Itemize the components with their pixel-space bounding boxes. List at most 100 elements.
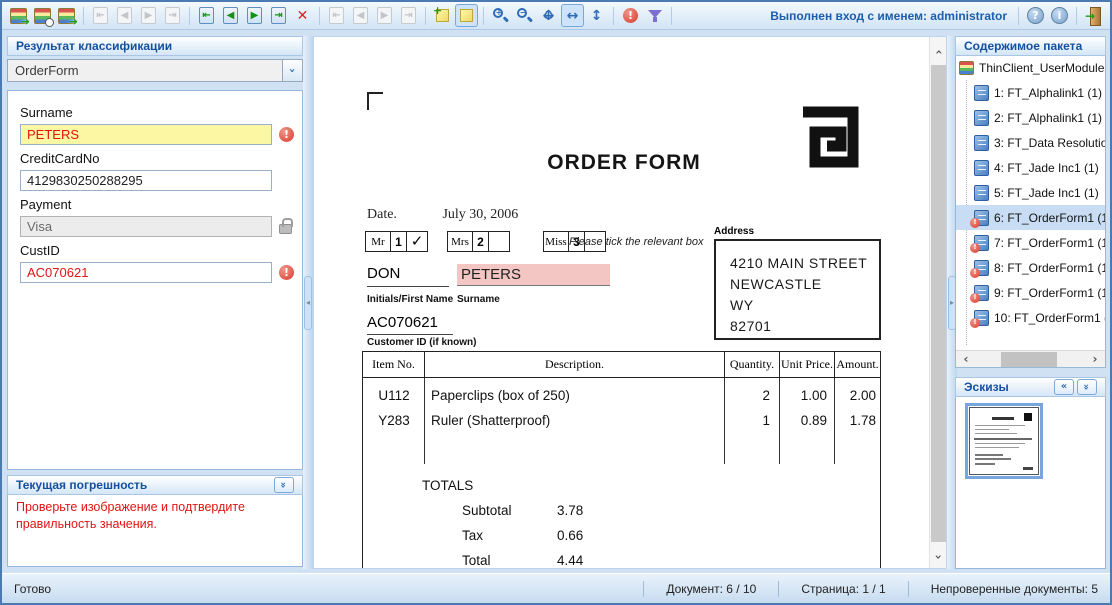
tick-group-mrs: Mrs 2: [447, 231, 510, 252]
batch-arrow-icon: ➜: [68, 14, 78, 28]
left-splitter[interactable]: ◂: [303, 36, 313, 569]
tree-item[interactable]: 1: FT_Alphalink1 (1): [956, 80, 1105, 105]
status-bar: Готово Документ: 6 / 10 Страница: 1 / 1 …: [2, 573, 1110, 603]
tree-horizontal-scrollbar[interactable]: ‹ ›: [956, 350, 1105, 367]
package-tree: ThinClient_UserModules_( 1: FT_Alphalink…: [955, 56, 1106, 368]
check-mark: [489, 232, 509, 251]
item-desc: Paperclips (box of 250): [431, 388, 570, 403]
statusbar-separator: [907, 580, 909, 597]
tree-item-label: 10: FT_OrderForm1 (1): [994, 310, 1105, 325]
document-icon: [974, 134, 989, 151]
col-header: Unit Price.: [780, 352, 835, 377]
collapse-down-button[interactable]: «: [1077, 379, 1097, 395]
show-errors-button[interactable]: !: [619, 4, 642, 27]
about-button[interactable]: i: [1048, 4, 1071, 27]
document-error-icon: !: [970, 309, 989, 328]
page-thumbnail-selected[interactable]: [965, 403, 1043, 479]
tree-item[interactable]: ! 8: FT_OrderForm1 (1): [956, 255, 1105, 280]
thumbnails-panel: [955, 397, 1106, 569]
tree-item-label: 7: FT_OrderForm1 (1): [994, 235, 1105, 250]
surname-highlight-field[interactable]: PETERS: [457, 264, 610, 286]
tree-item-selected[interactable]: ! 6: FT_OrderForm1 (1): [956, 205, 1105, 230]
document-viewer: ORDER FORM Date. July 30, 2006 Mr 1 ✓ Mr…: [313, 36, 947, 569]
help-button[interactable]: ?: [1024, 4, 1047, 27]
logout-button[interactable]: →: [1082, 4, 1105, 27]
scrollbar-thumb[interactable]: [1001, 352, 1057, 367]
app-window: ➜ ➜ ⇤ ◀ ▶ ⇥ ⇤ ◀ ▶ ⇥ ✕ ⇤ ◀ ▶ ⇥ + + − ↔ ↕ ↔…: [0, 0, 1112, 605]
customer-id-value: AC070621: [367, 314, 453, 335]
table-row: Y283 Ruler (Shatterproof) 1 0.89 1.78: [363, 413, 880, 428]
main-toolbar: ➜ ➜ ⇤ ◀ ▶ ⇥ ⇤ ◀ ▶ ⇥ ✕ ⇤ ◀ ▶ ⇥ + + − ↔ ↕ ↔…: [2, 2, 1110, 30]
chevron-right-icon: ›: [1092, 352, 1098, 366]
tree-item[interactable]: 4: FT_Jade Inc1 (1): [956, 155, 1105, 180]
fit-width-button[interactable]: ↔: [561, 4, 584, 27]
prev-document-button[interactable]: ◀: [219, 4, 242, 27]
total-row-value: 3.78: [557, 503, 584, 518]
custid-field[interactable]: [20, 262, 272, 283]
tick-group-mr: Mr 1 ✓: [365, 231, 428, 252]
first-icon: ⇤: [332, 9, 341, 21]
thumbnails-panel-header: Эскизы « «: [955, 377, 1106, 397]
tree-item-label: 6: FT_OrderForm1 (1): [994, 210, 1105, 225]
item-unit-price: 1.00: [800, 388, 827, 403]
next-batch-button-disabled: ▶: [137, 4, 160, 27]
document-icon: [974, 84, 989, 101]
scrollbar-thumb[interactable]: [931, 65, 946, 542]
fit-page-button[interactable]: ↔ ↕: [537, 4, 560, 27]
collapse-panel-button[interactable]: «: [274, 477, 294, 493]
tick-note: Please tick the relevant box: [569, 236, 704, 248]
tree-item-label: 3: FT_Data Resolutions: [994, 135, 1105, 150]
send-batch-icon[interactable]: ➜: [55, 4, 78, 27]
creditcard-field[interactable]: [20, 170, 272, 191]
date-label: Date.: [367, 207, 397, 222]
zoom-in-icon: +: [492, 7, 510, 24]
address-line: 4210 MAIN STREET: [730, 255, 868, 271]
tree-item[interactable]: 2: FT_Alphalink1 (1): [956, 105, 1105, 130]
last-document-button[interactable]: ⇥: [267, 4, 290, 27]
tick-label: Mrs: [448, 232, 473, 251]
add-note-button[interactable]: +: [431, 4, 454, 27]
customer-id-label: Customer ID (if known): [367, 337, 477, 348]
tree-item[interactable]: ! 7: FT_OrderForm1 (1): [956, 230, 1105, 255]
tree-item-label: 1: FT_Alphalink1 (1): [994, 85, 1103, 100]
classification-panel-header: Результат классификации: [7, 36, 303, 56]
batch-arrow-icon: ➜: [20, 14, 30, 28]
tree-item[interactable]: 5: FT_Jade Inc1 (1): [956, 180, 1105, 205]
filter-button[interactable]: [643, 4, 666, 27]
prev-page-button-disabled: ◀: [349, 4, 372, 27]
scroll-left-button[interactable]: ‹: [958, 351, 974, 367]
delete-document-button[interactable]: ✕: [291, 4, 314, 27]
zoom-in-button[interactable]: +: [489, 4, 512, 27]
package-panel-header: Содержимое пакета: [955, 36, 1106, 56]
first-document-button[interactable]: ⇤: [195, 4, 218, 27]
scroll-right-button[interactable]: ›: [1087, 351, 1103, 367]
item-qty: 1: [762, 413, 770, 428]
fit-height-button[interactable]: ↕: [585, 4, 608, 27]
get-batch-icon[interactable]: ➜: [7, 4, 30, 27]
collapse-left-button[interactable]: «: [1054, 379, 1074, 395]
toolbar-separator: [319, 6, 320, 25]
tree-item[interactable]: 3: FT_Data Resolutions: [956, 130, 1105, 155]
item-no: Y283: [378, 413, 410, 428]
classification-combobox[interactable]: OrderForm ›: [7, 59, 303, 82]
defer-batch-icon[interactable]: [31, 4, 54, 27]
status-document-count: Документ: 6 / 10: [666, 581, 757, 596]
zoom-out-button[interactable]: −: [513, 4, 536, 27]
combo-dropdown-button[interactable]: ›: [282, 60, 302, 81]
show-notes-button[interactable]: [455, 4, 478, 27]
splitter-handle[interactable]: ◂: [304, 275, 312, 330]
check-mark: ✓: [410, 232, 424, 250]
creditcard-field-label: CreditCardNo: [20, 151, 100, 166]
item-amount: 2.00: [849, 388, 876, 403]
scroll-down-button[interactable]: ›: [930, 548, 946, 566]
tree-item[interactable]: ! 9: FT_OrderForm1 (1): [956, 280, 1105, 305]
tree-root[interactable]: ThinClient_UserModules_(: [956, 56, 1105, 80]
scroll-up-button[interactable]: ›: [930, 43, 946, 61]
next-icon: ▶: [380, 9, 389, 21]
surname-field[interactable]: [20, 124, 272, 145]
first-batch-button-disabled: ⇤: [89, 4, 112, 27]
package-title: Содержимое пакета: [964, 39, 1083, 53]
viewer-vertical-scrollbar[interactable]: › ›: [929, 37, 946, 568]
next-document-button[interactable]: ▶: [243, 4, 266, 27]
tree-item[interactable]: ! 10: FT_OrderForm1 (1): [956, 305, 1105, 330]
